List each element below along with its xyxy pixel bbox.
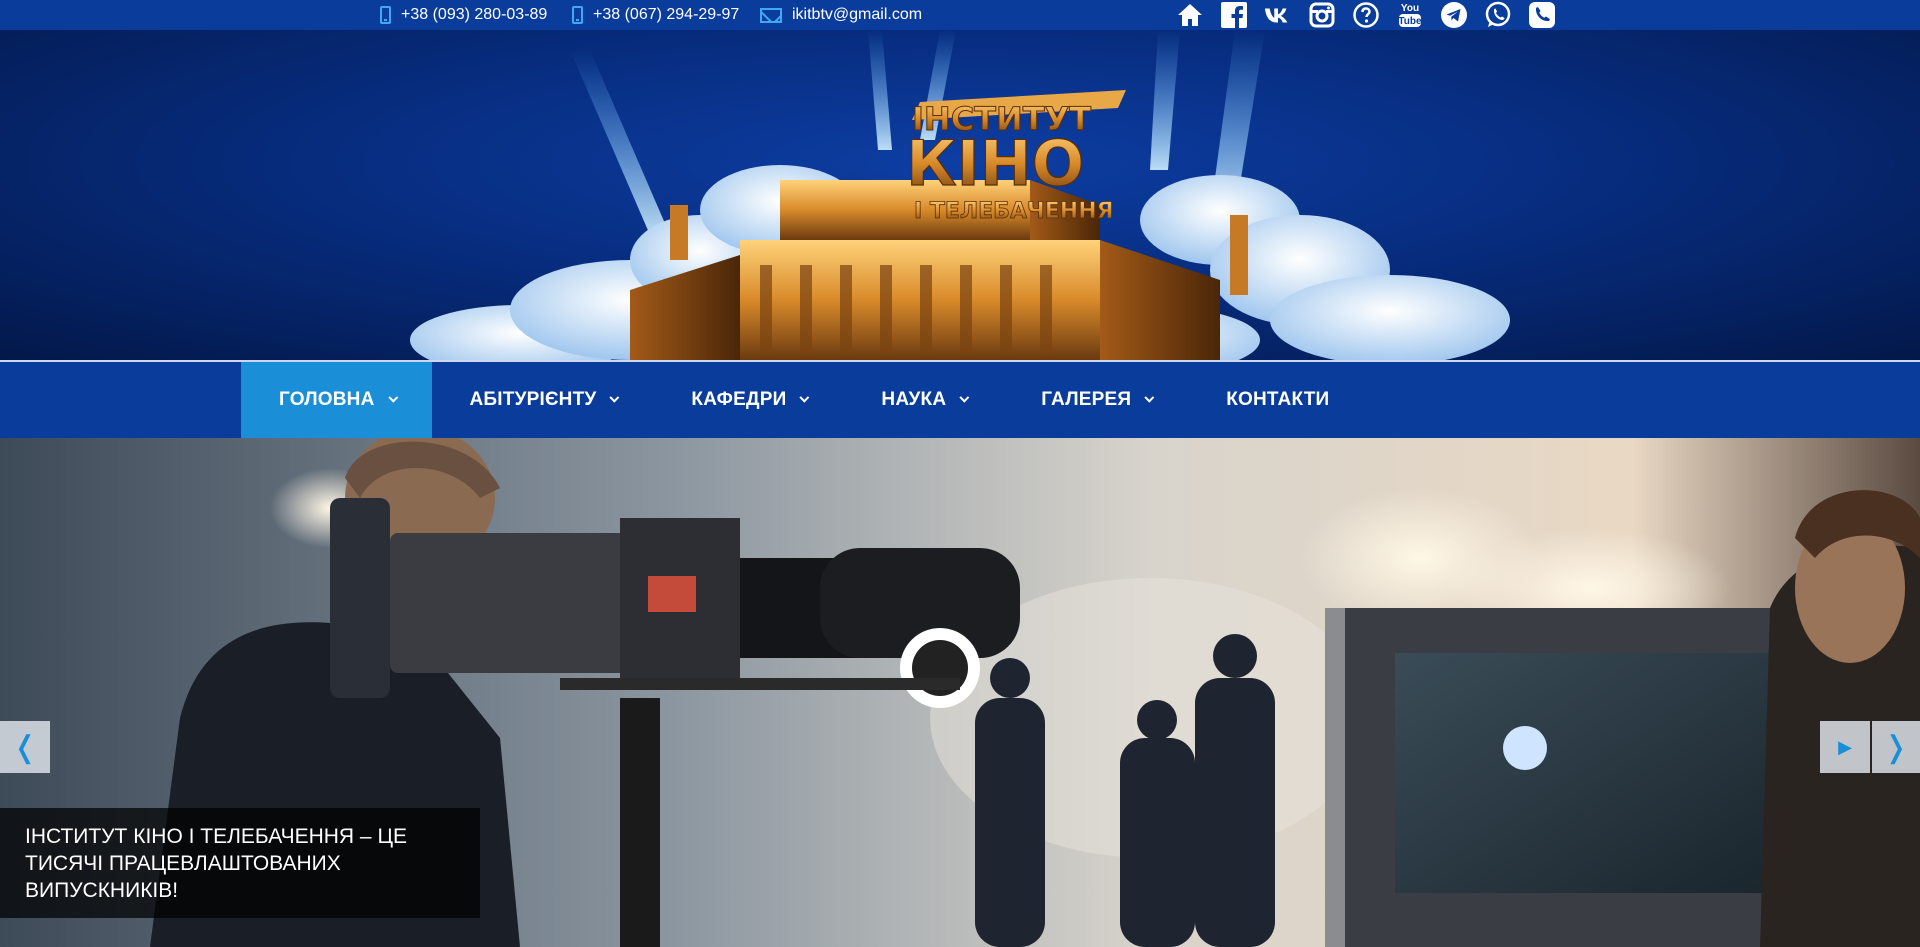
header-banner: ІНСТИТУТ КІНО І ТЕЛЕБАЧЕННЯ — [0, 30, 1920, 360]
email-link[interactable]: ikitbtv@gmail.com — [760, 0, 922, 30]
youtube-icon[interactable]: You Tube — [1396, 1, 1424, 29]
slide-caption-text: Інститут кіно і телебачення – це тисячі … — [25, 824, 407, 902]
facebook-icon[interactable] — [1220, 1, 1248, 29]
email-text: ikitbtv@gmail.com — [792, 6, 923, 23]
nav-item-label: КОНТАКТИ — [1226, 389, 1330, 410]
instagram-icon[interactable] — [1308, 1, 1336, 29]
envelope-icon — [760, 7, 782, 23]
nav-item-label: КАФЕДРИ — [691, 389, 787, 410]
hero-slider: ❬ ▶ ❭ Інститут кіно і телебачення – це т… — [0, 438, 1920, 947]
chevron-right-icon: ❭ — [1883, 730, 1909, 764]
logo-line-2: КІНО — [906, 127, 1084, 200]
phone-2[interactable]: +38 (067) 294-29-97 — [572, 0, 739, 30]
nav-item-label: ГАЛЕРЕЯ — [1041, 389, 1132, 410]
slider-prev-button[interactable]: ❬ — [0, 721, 50, 773]
phone-1-text: +38 (093) 280-03-89 — [401, 6, 548, 23]
nav-item-contacts[interactable]: КОНТАКТИ — [1188, 362, 1367, 438]
viber-icon[interactable] — [1528, 1, 1556, 29]
mobile-phone-icon — [380, 6, 391, 24]
nav-item-label: АБІТУРІЄНТУ — [469, 389, 597, 410]
chevron-left-icon: ❬ — [12, 730, 38, 764]
chevron-down-icon — [387, 392, 398, 403]
svg-text:You: You — [1401, 3, 1419, 14]
main-navigation: ГОЛОВНА АБІТУРІЄНТУ КАФЕДРИ НАУКА ГАЛЕРЕ… — [0, 360, 1920, 438]
nav-item-label: ГОЛОВНА — [279, 389, 375, 410]
question-icon[interactable] — [1352, 1, 1380, 29]
nav-item-applicants[interactable]: АБІТУРІЄНТУ — [432, 362, 654, 438]
nav-item-home[interactable]: ГОЛОВНА — [241, 362, 432, 438]
slider-play-button[interactable]: ▶ — [1820, 721, 1870, 773]
vk-icon[interactable] — [1264, 1, 1292, 29]
slider-next-button[interactable]: ❭ — [1872, 721, 1920, 773]
top-bar: +38 (093) 280-03-89 +38 (067) 294-29-97 … — [0, 0, 1920, 30]
phone-1[interactable]: +38 (093) 280-03-89 — [380, 0, 547, 30]
home-icon[interactable] — [1176, 1, 1204, 29]
svg-text:Tube: Tube — [1398, 16, 1422, 27]
institute-logo[interactable]: ІНСТИТУТ КІНО І ТЕЛЕБАЧЕННЯ — [400, 30, 1520, 360]
nav-item-gallery[interactable]: ГАЛЕРЕЯ — [1003, 362, 1188, 438]
mobile-phone-icon — [572, 6, 583, 24]
logo-line-3: І ТЕЛЕБАЧЕННЯ — [914, 199, 1114, 224]
nav-item-science[interactable]: НАУКА — [843, 362, 1003, 438]
phone-2-text: +38 (067) 294-29-97 — [593, 6, 740, 23]
chevron-down-icon — [609, 392, 620, 403]
whatsapp-icon[interactable] — [1484, 1, 1512, 29]
slide-caption: Інститут кіно і телебачення – це тисячі … — [0, 808, 480, 918]
chevron-down-icon — [799, 392, 810, 403]
telegram-icon[interactable] — [1440, 1, 1468, 29]
play-icon: ▶ — [1838, 736, 1852, 757]
nav-item-departments[interactable]: КАФЕДРИ — [653, 362, 843, 438]
chevron-down-icon — [959, 392, 970, 403]
chevron-down-icon — [1144, 392, 1155, 403]
nav-item-label: НАУКА — [881, 389, 947, 410]
social-links: You Tube — [1176, 0, 1556, 30]
